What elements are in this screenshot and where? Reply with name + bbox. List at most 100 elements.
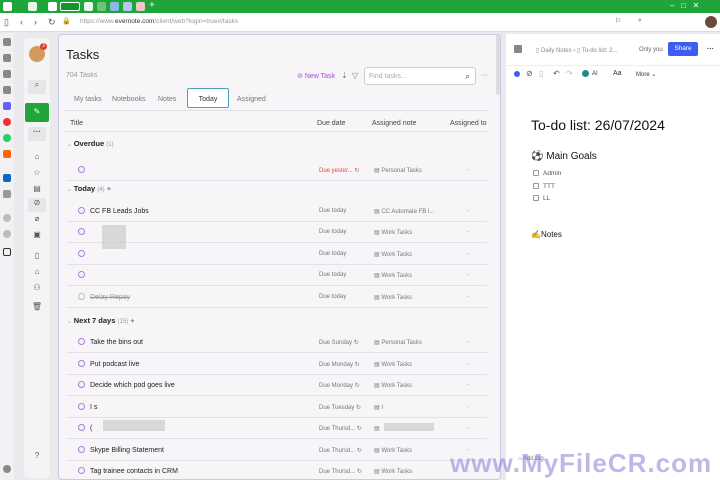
task-title[interactable]: I s <box>90 404 97 411</box>
task-checkbox[interactable] <box>78 166 85 173</box>
assigned-to[interactable]: - <box>467 382 469 389</box>
due-date[interactable]: Due yester... ↻ <box>319 167 359 174</box>
notes-icon[interactable] <box>3 86 11 94</box>
checklist-item[interactable]: Admin <box>533 170 561 177</box>
assigned-note[interactable]: ▤ Personal Tasks <box>374 339 422 346</box>
task-title[interactable]: ( <box>90 425 92 432</box>
ai-button[interactable]: AI <box>592 71 598 77</box>
zoom-icon[interactable]: ⌕ <box>638 17 642 25</box>
assigned-to[interactable]: - <box>467 251 469 258</box>
assigned-to[interactable]: - <box>467 339 469 346</box>
settings-panel-icon[interactable] <box>3 190 11 198</box>
task-title[interactable]: CC FB Leads Jobs <box>90 208 149 215</box>
linkedin-icon[interactable] <box>3 174 11 182</box>
more-options-icon[interactable]: ··· <box>481 72 488 79</box>
insert-icon[interactable] <box>514 71 520 77</box>
ai-icon[interactable] <box>582 70 589 77</box>
due-date[interactable]: Due Monday ↻ <box>319 382 360 389</box>
due-date[interactable]: Due today <box>319 251 346 257</box>
due-date[interactable]: Due today <box>319 272 346 278</box>
assigned-note[interactable]: ▤ <box>374 425 380 432</box>
trash-icon[interactable]: 🗑 <box>28 302 46 311</box>
notebook-icon[interactable]: ▯ <box>28 251 46 260</box>
assigned-note[interactable]: ▤ Work Tasks <box>374 294 412 301</box>
back-icon[interactable]: ‹ <box>20 17 23 27</box>
expand-icon[interactable] <box>514 45 522 53</box>
tab-notes[interactable]: Notes <box>158 96 176 103</box>
table-row[interactable]: Tag trainee contacts in CRM Due Thursd..… <box>67 461 487 479</box>
filter-icon[interactable]: ▽ <box>352 71 358 80</box>
breadcrumb-notebook[interactable]: Daily Notes <box>541 48 572 54</box>
task-title[interactable]: Tag trainee contacts in CRM <box>90 468 178 475</box>
translate-icon[interactable] <box>3 70 11 78</box>
checkbox[interactable] <box>533 170 539 177</box>
assigned-to[interactable]: - <box>467 425 469 432</box>
task-checkbox[interactable] <box>78 446 85 453</box>
panel-toggle-icon[interactable]: ▯ <box>4 17 9 28</box>
tab-my-tasks[interactable]: My tasks <box>74 96 102 103</box>
table-row[interactable]: CC FB Leads Jobs Due today ▤ CC Automate… <box>67 201 487 222</box>
assigned-to[interactable]: - <box>467 294 469 301</box>
assigned-to[interactable]: - <box>467 404 469 411</box>
due-date[interactable]: Due Thursd... ↻ <box>319 468 362 475</box>
whatsapp-icon[interactable] <box>3 134 11 142</box>
table-row[interactable]: Due yester... ↻ ▤ Personal Tasks - <box>67 160 487 181</box>
due-date[interactable]: Due Monday ↻ <box>319 361 360 368</box>
task-title[interactable]: Skype Billing Statement <box>90 447 164 454</box>
pocket-icon[interactable] <box>3 118 11 126</box>
due-date[interactable]: Due Thursd... ↻ <box>319 425 362 432</box>
due-date[interactable]: Due today <box>319 229 346 235</box>
table-row[interactable]: Due today ▤ Work Tasks - <box>67 222 487 243</box>
tab[interactable] <box>28 2 37 11</box>
more-options-icon[interactable]: ··· <box>707 46 714 53</box>
url-field[interactable]: https://www.evernote.com/client/web?logi… <box>80 18 238 25</box>
table-row[interactable]: Due today ▤ Work Tasks - <box>67 244 487 265</box>
task-title[interactable]: Put podcast live <box>90 361 139 368</box>
font-button[interactable]: Aa <box>613 70 622 77</box>
tag-icon[interactable]: ⌂ <box>28 267 46 276</box>
checkbox[interactable] <box>533 195 539 202</box>
table-row[interactable]: Due today ▤ Work Tasks - <box>67 265 487 286</box>
tab[interactable] <box>136 2 145 11</box>
tab-today[interactable]: Today <box>187 88 229 108</box>
assigned-to[interactable]: - <box>467 167 469 174</box>
gear-icon[interactable] <box>3 465 11 473</box>
notes-icon[interactable]: ▤ <box>28 184 46 193</box>
downloads-icon[interactable] <box>3 38 11 46</box>
undo-icon[interactable]: ↶ <box>553 69 560 78</box>
table-row[interactable]: Put podcast live Due Monday ↻ ▤ Work Tas… <box>67 354 487 375</box>
redo-icon[interactable]: ↷ <box>566 69 573 78</box>
assigned-to[interactable]: - <box>467 208 469 215</box>
reload-icon[interactable]: ↻ <box>48 17 56 28</box>
forward-icon[interactable]: › <box>34 17 37 27</box>
assigned-note[interactable]: ▤ Personal Tasks <box>374 167 422 174</box>
assigned-to[interactable]: - <box>467 272 469 279</box>
table-row[interactable]: Delay Repay Due today ▤ Work Tasks - <box>67 287 487 308</box>
due-date[interactable]: Due today <box>319 208 346 214</box>
table-row[interactable]: Take the bins out Due Sunday ↻ ▤ Persona… <box>67 332 487 353</box>
assigned-note[interactable]: ▤ Work Tasks <box>374 468 412 475</box>
attachment-icon[interactable]: ⌀ <box>28 214 46 223</box>
tab[interactable] <box>110 2 119 11</box>
profile-avatar[interactable] <box>705 16 717 28</box>
web-panel-icon[interactable] <box>3 230 11 238</box>
new-task-button[interactable]: ⊘ New Task <box>297 72 335 80</box>
task-checkbox[interactable] <box>78 293 85 300</box>
tasks-icon[interactable]: ⊘ <box>28 198 46 212</box>
task-checkbox[interactable] <box>78 271 85 278</box>
column-due-date[interactable]: Due date <box>317 120 345 127</box>
due-date[interactable]: Due Tuesday ↻ <box>319 404 361 411</box>
task-title[interactable]: Take the bins out <box>90 339 143 346</box>
add-task-icon[interactable]: + <box>130 316 134 325</box>
task-icon[interactable]: ⊘ <box>526 69 533 78</box>
help-icon[interactable]: ? <box>28 451 46 460</box>
group-header[interactable]: ⌄ Overdue (1) <box>67 139 114 148</box>
active-tab[interactable] <box>60 2 80 11</box>
calendar-icon[interactable]: ▯ <box>539 69 543 78</box>
group-header[interactable]: ⌄ Today (4) + <box>67 184 111 193</box>
checkbox[interactable] <box>533 183 539 190</box>
breadcrumb-note[interactable]: To-do list: 2... <box>582 48 618 54</box>
task-checkbox[interactable] <box>78 207 85 214</box>
window-controls[interactable]: – □ ✕ <box>670 1 699 10</box>
task-checkbox[interactable] <box>78 228 85 235</box>
